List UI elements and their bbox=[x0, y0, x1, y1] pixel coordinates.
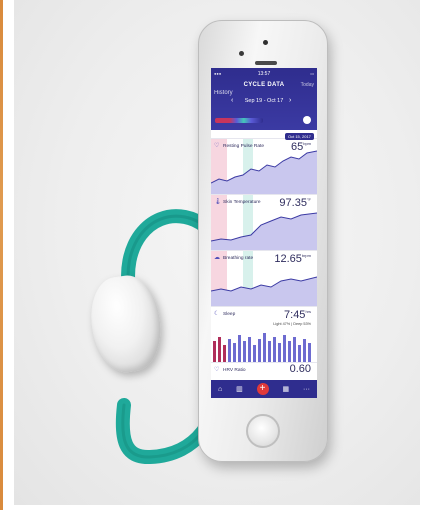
front-camera-icon bbox=[239, 51, 244, 56]
panel-label: HRV Ratio bbox=[223, 368, 246, 373]
cycle-phase-bar bbox=[215, 118, 263, 123]
tab-bar: ⌂ ▥ + ▦ ··· bbox=[211, 380, 317, 398]
panel-value: 7:45hrs bbox=[284, 309, 311, 321]
chevron-right-icon[interactable]: › bbox=[289, 97, 291, 104]
panel-value: 12.65brpm bbox=[274, 253, 311, 265]
panel-value: 65bpm bbox=[290, 141, 311, 153]
phone-sensor bbox=[263, 40, 268, 45]
panel-resting-pulse[interactable]: ♡ Resting Pulse Rate 65bpm Oct 15, 2017 bbox=[211, 133, 317, 195]
panel-label: Sleep bbox=[223, 312, 236, 317]
hrv-icon: ♡ bbox=[214, 367, 220, 373]
home-button[interactable] bbox=[246, 414, 280, 448]
date-range: Sep 19 - Oct 17 bbox=[244, 98, 284, 104]
battery-icon: ▭ bbox=[310, 71, 314, 76]
phase-indicator-icon[interactable] bbox=[303, 116, 311, 124]
app-header: ●●● 13:57 ▭ CYCLE DATA History Today ‹ S… bbox=[211, 68, 317, 130]
orange-frame-edge bbox=[0, 0, 3, 510]
panel-hrv[interactable]: ♡ HRV Ratio 0.60 bbox=[211, 362, 317, 380]
panel-breathing-rate[interactable]: ☁ Breathing rate 12.65brpm bbox=[211, 250, 317, 307]
add-icon[interactable]: + bbox=[256, 383, 269, 395]
sleep-icon: ☾ bbox=[214, 311, 220, 317]
more-icon[interactable]: ··· bbox=[303, 386, 310, 393]
panel-label: Resting Pulse Rate bbox=[223, 144, 265, 149]
heart-rate-icon: ♡ bbox=[214, 143, 220, 149]
panel-skin-temperature[interactable]: 🌡 Skin Temperature 97.35°F bbox=[211, 194, 317, 251]
panel-value: 97.35°F bbox=[279, 197, 311, 209]
phone-screen: ●●● 13:57 ▭ CYCLE DATA History Today ‹ S… bbox=[211, 68, 317, 398]
phone-speaker bbox=[255, 61, 277, 65]
product-photo: ●●● 13:57 ▭ CYCLE DATA History Today ‹ S… bbox=[0, 0, 434, 510]
panel-label: Skin Temperature bbox=[223, 200, 261, 205]
date-tooltip: Oct 15, 2017 bbox=[285, 133, 314, 140]
calendar-icon[interactable]: ▦ bbox=[282, 386, 289, 393]
thermometer-icon: 🌡 bbox=[214, 199, 222, 205]
history-link[interactable]: History bbox=[214, 90, 233, 96]
sleep-breakdown: Light 47% | Deep 53% bbox=[273, 322, 311, 326]
chart-icon[interactable]: ▥ bbox=[236, 386, 243, 393]
home-icon[interactable]: ⌂ bbox=[218, 386, 222, 393]
today-link[interactable]: Today bbox=[301, 82, 314, 88]
panel-sleep[interactable]: ☾ Sleep 7:45hrs Light 47% | Deep 53% bbox=[211, 306, 317, 363]
panel-value: 0.60 bbox=[289, 363, 311, 375]
status-time: 13:57 bbox=[257, 71, 271, 77]
panel-label: Breathing rate bbox=[223, 256, 254, 261]
lungs-icon: ☁ bbox=[214, 255, 220, 261]
